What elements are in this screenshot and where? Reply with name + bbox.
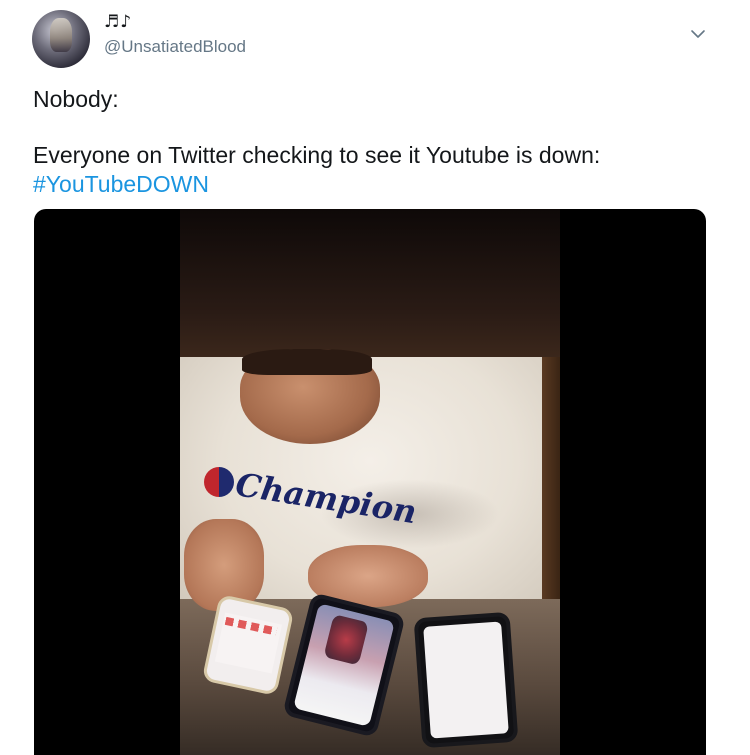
- phone-right: [413, 611, 519, 749]
- chevron-down-icon[interactable]: [690, 26, 706, 42]
- hashtag-link[interactable]: #YouTubeDOWN: [33, 171, 209, 198]
- user-handle[interactable]: @UnsatiatedBlood: [104, 37, 246, 57]
- tweet-text-line-2: Everyone on Twitter checking to see it Y…: [33, 142, 601, 168]
- display-name[interactable]: ♬♪: [104, 12, 132, 32]
- video-player[interactable]: Champion: [34, 209, 706, 755]
- avatar-figure: [50, 18, 72, 52]
- phone-right-screen: [423, 621, 509, 739]
- video-background: [180, 209, 560, 357]
- tweet-text-line-1: Nobody:: [33, 86, 119, 112]
- user-avatar[interactable]: [32, 10, 90, 68]
- tweet: ♬♪ @UnsatiatedBlood Nobody: Everyone on …: [0, 0, 750, 755]
- champion-logo-icon: [204, 467, 234, 497]
- video-frame[interactable]: Champion: [180, 209, 560, 755]
- person-hair: [242, 349, 372, 375]
